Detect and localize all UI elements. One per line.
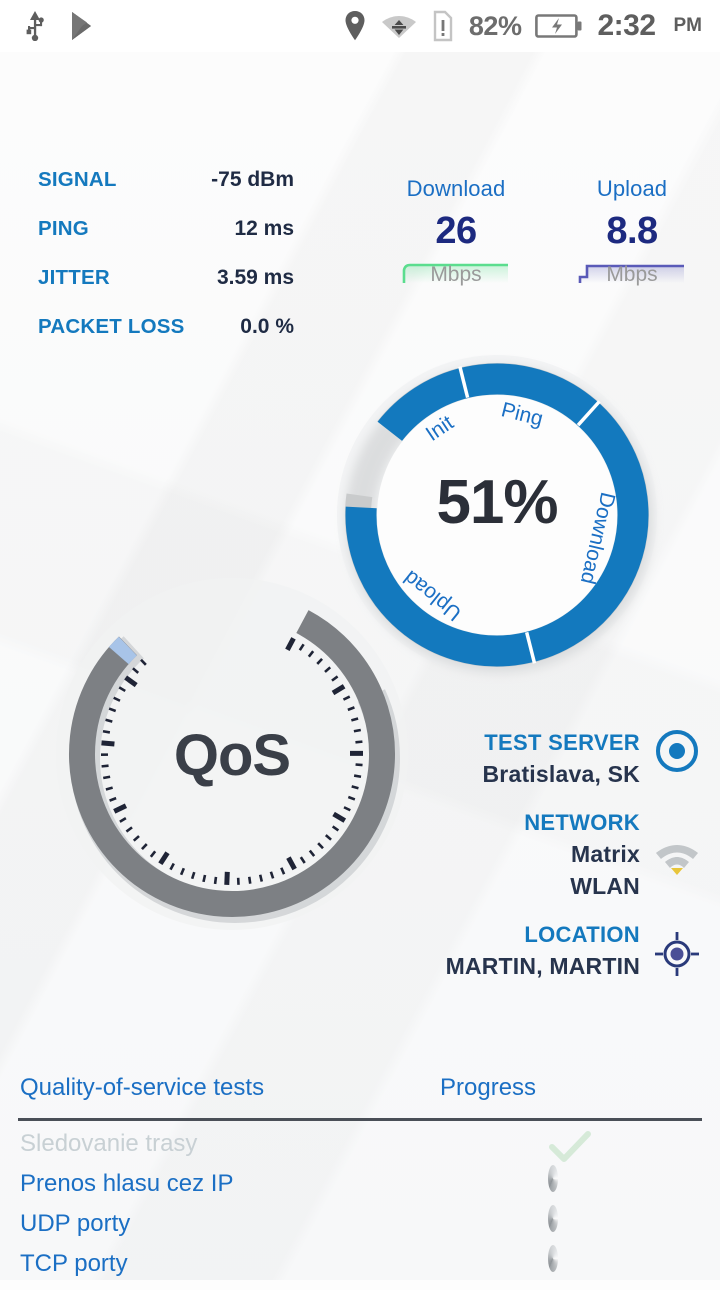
test-server-label: TEST SERVER	[483, 728, 641, 758]
table-row[interactable]: Prenos hlasu cez IP	[0, 1170, 720, 1210]
location-value: MARTIN, MARTIN	[446, 950, 640, 982]
usb-icon	[22, 11, 48, 41]
qos-tests-table: Quality-of-service tests Progress Sledov…	[0, 1074, 720, 1290]
test-name: TCP porty	[20, 1250, 128, 1278]
test-name: Sledovanie trasy	[20, 1130, 197, 1158]
test-progress-cell	[548, 1170, 592, 1206]
sim-alert-icon	[431, 10, 455, 42]
battery-percent-label: 82%	[469, 11, 522, 42]
info-panel: TEST SERVER Bratislava, SK NETWORK Matri…	[282, 728, 702, 982]
spinner-icon	[548, 1205, 558, 1232]
stat-value-ping: 12 ms	[234, 217, 294, 241]
table-row[interactable]: UDP porty	[0, 1210, 720, 1250]
info-test-server[interactable]: TEST SERVER Bratislava, SK	[282, 728, 702, 790]
stat-value-packet-loss: 0.0 %	[240, 315, 294, 339]
download-unit: Mbps	[376, 263, 536, 287]
stat-row-jitter: JITTER 3.59 ms	[38, 266, 294, 315]
upload-value: 8.8	[552, 210, 712, 253]
check-icon	[548, 1130, 592, 1166]
spinner-icon	[548, 1165, 558, 1192]
network-type: WLAN	[524, 870, 640, 902]
target-circle-icon	[654, 728, 700, 774]
stat-label-jitter: JITTER	[38, 266, 110, 290]
table-row[interactable]: TCP porty	[0, 1250, 720, 1290]
test-name: Prenos hlasu cez IP	[20, 1170, 233, 1198]
wifi-transfer-icon	[381, 11, 417, 41]
qos-tests-header: Quality-of-service tests Progress	[0, 1074, 720, 1116]
download-value: 26	[376, 210, 536, 253]
column-header-progress: Progress	[440, 1074, 536, 1102]
location-label: LOCATION	[446, 920, 640, 950]
stat-row-signal: SIGNAL -75 dBm	[38, 168, 294, 217]
stat-row-ping: PING 12 ms	[38, 217, 294, 266]
info-location[interactable]: LOCATION MARTIN, MARTIN	[282, 920, 702, 982]
location-pin-icon	[343, 10, 367, 42]
crosshair-location-icon	[655, 932, 699, 976]
stat-label-ping: PING	[38, 217, 89, 241]
status-bar-right-icons: 82% 2:32 PM	[343, 9, 720, 43]
status-bar-left-icons	[0, 11, 97, 41]
stat-value-jitter: 3.59 ms	[217, 266, 294, 290]
stat-label-signal: SIGNAL	[38, 168, 117, 192]
test-progress-cell	[548, 1210, 592, 1246]
download-metric: Download 26 Mbps	[376, 176, 536, 291]
wifi-icon	[653, 838, 701, 876]
upload-unit: Mbps	[552, 263, 712, 287]
stat-label-packet-loss: PACKET LOSS	[38, 315, 184, 339]
download-title: Download	[376, 176, 536, 202]
table-row[interactable]: Sledovanie trasy	[0, 1130, 720, 1170]
status-bar: 82% 2:32 PM	[0, 0, 720, 52]
spinner-icon	[548, 1245, 558, 1272]
progress-percent-label: 51%	[322, 467, 672, 538]
test-server-value: Bratislava, SK	[483, 758, 641, 790]
info-network[interactable]: NETWORK Matrix WLAN	[282, 808, 702, 902]
network-stats-list: SIGNAL -75 dBm PING 12 ms JITTER 3.59 ms…	[38, 168, 294, 364]
play-store-icon	[70, 11, 97, 41]
network-ssid: Matrix	[524, 838, 640, 870]
network-label: NETWORK	[524, 808, 640, 838]
stat-value-signal: -75 dBm	[211, 168, 294, 192]
clock-time: 2:32	[597, 9, 655, 43]
test-progress-cell	[548, 1250, 592, 1286]
upload-metric: Upload 8.8 Mbps	[552, 176, 712, 291]
header-divider	[18, 1118, 702, 1121]
clock-ampm: PM	[674, 15, 703, 37]
battery-charging-icon	[535, 12, 583, 40]
stat-row-packet-loss: PACKET LOSS 0.0 %	[38, 315, 294, 364]
test-name: UDP porty	[20, 1210, 130, 1238]
column-header-tests: Quality-of-service tests	[20, 1074, 264, 1102]
upload-title: Upload	[552, 176, 712, 202]
test-progress-cell	[548, 1130, 592, 1166]
